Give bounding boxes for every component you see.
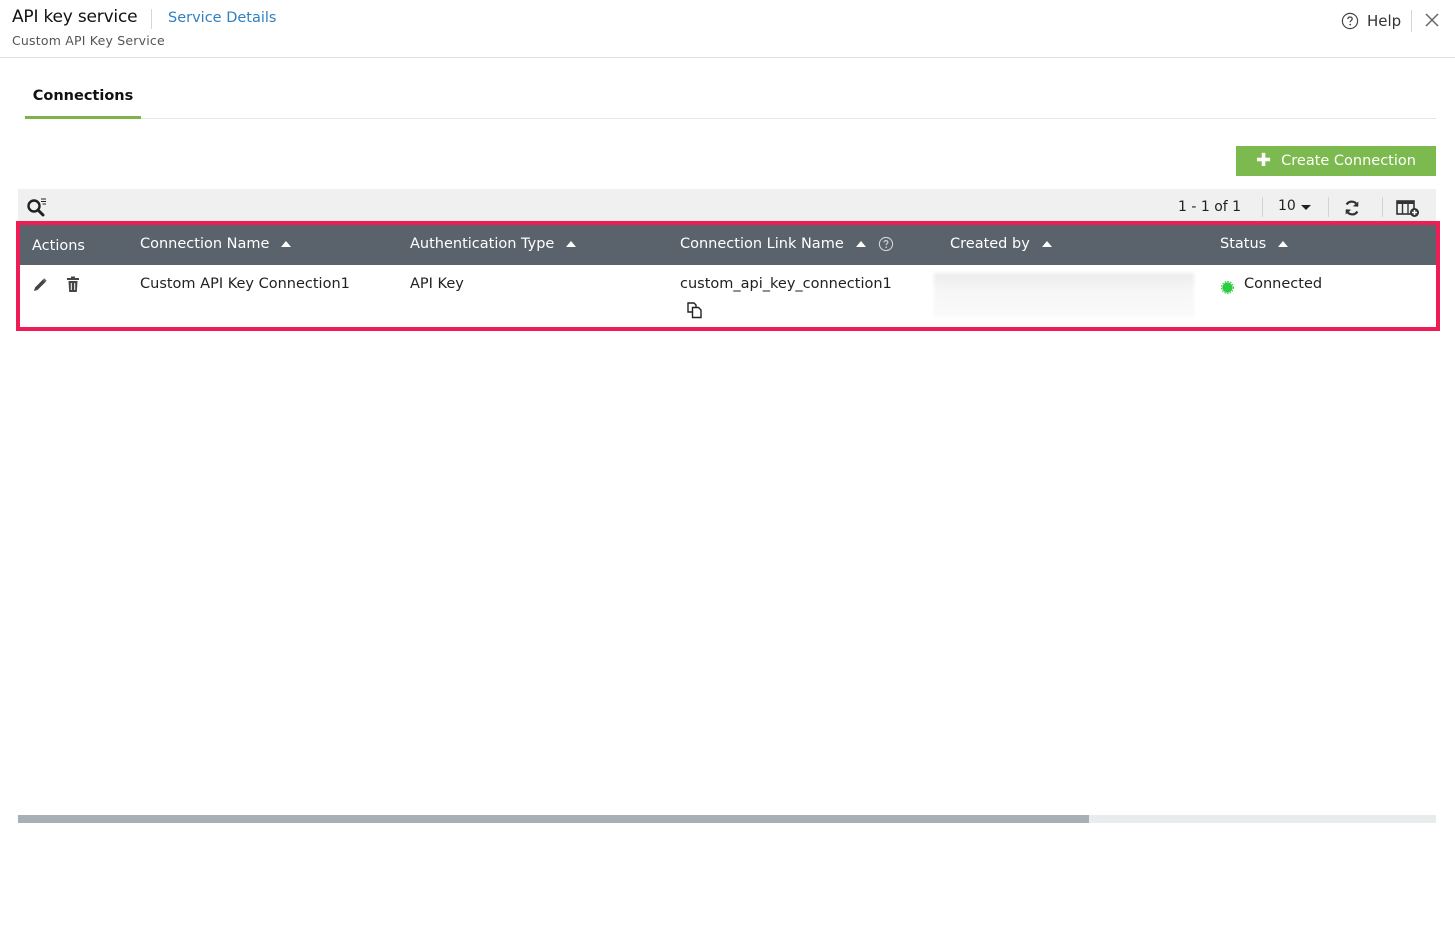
title-divider — [151, 9, 152, 29]
refresh-icon[interactable] — [1342, 198, 1362, 218]
page-header: API key service Service Details Custom A… — [0, 0, 1455, 58]
column-header-created-by[interactable]: Created by — [950, 223, 1052, 265]
column-header-label: Actions — [32, 237, 85, 254]
connection-name-cell: Custom API Key Connection1 — [140, 276, 350, 292]
column-header-connection-link-name[interactable]: Connection Link Name — [680, 223, 894, 265]
sort-ascending-icon — [281, 241, 292, 247]
question-circle-icon[interactable] — [878, 236, 894, 252]
horizontal-scrollbar[interactable] — [18, 815, 1436, 823]
column-header-authentication-type[interactable]: Authentication Type — [410, 223, 577, 265]
table-toolbar: 1 - 1 of 1 10 — [18, 189, 1436, 223]
toolbar-divider — [1262, 197, 1263, 217]
toolbar-divider — [1382, 197, 1383, 217]
tab-bar: Connections — [25, 78, 1436, 119]
column-header-label: Status — [1220, 236, 1267, 252]
per-page-value: 10 — [1278, 198, 1296, 214]
create-connection-label: Create Connection — [1281, 153, 1416, 169]
toolbar-divider — [1328, 197, 1329, 217]
connections-table: Actions Connection Name Authentication T… — [18, 223, 1436, 328]
table-row: Custom API Key Connection1 API Key custo… — [18, 265, 1436, 328]
column-header-label: Authentication Type — [410, 236, 555, 252]
sort-ascending-icon — [1278, 241, 1289, 247]
created-by-cell-redacted — [934, 273, 1194, 317]
column-header-label: Connection Link Name — [680, 236, 844, 252]
create-connection-button[interactable]: ✚ Create Connection — [1236, 146, 1436, 176]
auth-type-cell: API Key — [410, 276, 464, 292]
table-header: Actions Connection Name Authentication T… — [18, 223, 1436, 265]
service-details-link[interactable]: Service Details — [168, 10, 276, 26]
column-header-label: Connection Name — [140, 236, 270, 252]
sort-ascending-icon — [1041, 241, 1052, 247]
app-title: API key service — [12, 7, 138, 27]
sort-ascending-icon — [855, 241, 866, 247]
pagination-info: 1 - 1 of 1 — [1178, 199, 1242, 215]
sort-ascending-icon — [566, 241, 577, 247]
delete-icon[interactable] — [66, 276, 80, 293]
chevron-down-icon — [1300, 204, 1311, 210]
column-header-connection-name[interactable]: Connection Name — [140, 223, 292, 265]
column-header-actions: Actions — [32, 223, 85, 265]
column-settings-icon[interactable] — [1396, 198, 1420, 218]
question-circle-icon — [1341, 12, 1359, 30]
edit-icon[interactable] — [32, 277, 48, 293]
header-divider — [1411, 10, 1412, 32]
tab-connections[interactable]: Connections — [25, 78, 141, 119]
per-page-select[interactable]: 10 — [1278, 198, 1311, 214]
status-cell: Connected — [1244, 276, 1323, 292]
service-subtitle: Custom API Key Service — [12, 33, 165, 48]
copy-icon[interactable] — [686, 301, 704, 319]
column-header-label: Created by — [950, 236, 1030, 252]
plus-icon: ✚ — [1256, 150, 1272, 171]
status-connected-icon — [1221, 279, 1234, 294]
scrollbar-thumb[interactable] — [18, 815, 1089, 823]
close-icon[interactable] — [1423, 11, 1441, 29]
help-button[interactable]: Help — [1341, 10, 1401, 32]
help-label: Help — [1367, 12, 1402, 30]
search-filter-icon[interactable] — [26, 197, 48, 217]
column-header-status[interactable]: Status — [1220, 223, 1289, 265]
link-name-cell: custom_api_key_connection1 — [680, 276, 892, 292]
